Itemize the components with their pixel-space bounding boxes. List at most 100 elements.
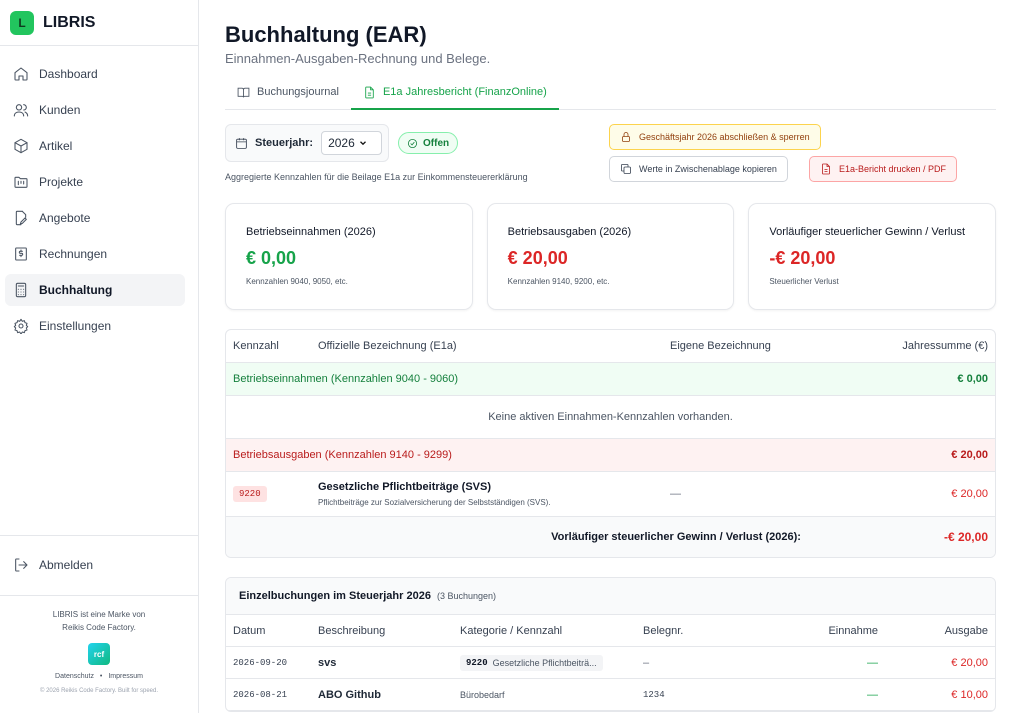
summary-cards: Betriebseinnahmen (2026) € 0,00 Kennzahl… — [225, 203, 997, 310]
print-pdf-label: E1a-Bericht drucken / PDF — [839, 164, 947, 174]
print-pdf-button[interactable]: E1a-Bericht drucken / PDF — [809, 156, 958, 182]
home-icon — [14, 67, 28, 81]
booking-doc: 1234 — [643, 689, 665, 700]
lock-year-button[interactable]: Geschäftsjahr 2026 abschließen & sperren — [609, 124, 821, 150]
category-label: Gesetzliche Pflichtbeiträ... — [492, 657, 597, 668]
sidebar-item-label: Einstellungen — [39, 319, 112, 333]
header-kennzahl: Kennzahl — [233, 340, 279, 352]
header-custom: Eigene Bezeichnung — [670, 340, 771, 352]
app-logo: L — [10, 10, 34, 35]
check-circle-icon — [407, 138, 418, 148]
privacy-link[interactable]: Datenschutz — [55, 673, 94, 680]
tab-label: Buchungsjournal — [257, 86, 339, 98]
e1a-table: Kennzahl Offizielle Bezeichnung (E1a) Ei… — [225, 329, 996, 558]
rcf-logo: rcf — [88, 643, 110, 665]
main-content: Buchhaltung (EAR) Einnahmen-Ausgaben-Rec… — [199, 0, 1024, 713]
calculator-icon — [15, 282, 27, 298]
sidebar-item-dashboard[interactable]: Dashboard — [5, 58, 185, 90]
booking-income: — — [867, 688, 878, 701]
card-subtitle: Kennzahlen 9140, 9200, etc. — [507, 277, 610, 286]
card-value: € 20,00 — [507, 248, 568, 268]
section-label: Betriebseinnahmen (Kennzahlen 9040 - 906… — [233, 373, 459, 385]
section-label: Betriebsausgaben (Kennzahlen 9140 - 9299… — [233, 449, 452, 461]
book-open-icon — [237, 87, 250, 98]
logout-label: Abmelden — [39, 558, 94, 572]
bookings-title: Einzelbuchungen im Steuerjahr 2026 — [239, 590, 431, 602]
section-total: € 20,00 — [951, 449, 988, 461]
booking-expense: € 10,00 — [951, 688, 988, 701]
total-label: Vorläufiger steuerlicher Gewinn / Verlus… — [551, 531, 801, 543]
tab-buchungsjournal[interactable]: Buchungsjournal — [225, 80, 351, 110]
category-label: Bürobedarf — [460, 689, 505, 700]
tab-e1a-report[interactable]: E1a Jahresbericht (FinanzOnline) — [350, 80, 559, 110]
sidebar-item-rechnungen[interactable]: Rechnungen — [5, 238, 185, 270]
logout-button[interactable]: Abmelden — [5, 549, 185, 581]
income-section-row: Betriebseinnahmen (Kennzahlen 9040 - 906… — [226, 363, 995, 396]
sidebar-item-label: Kunden — [39, 103, 81, 117]
sidebar-item-artikel[interactable]: Artikel — [5, 130, 185, 162]
income-card: Betriebseinnahmen (2026) € 0,00 Kennzahl… — [225, 203, 473, 310]
box-icon — [14, 138, 28, 154]
copy-values-label: Werte in Zwischenablage kopieren — [639, 164, 777, 174]
sidebar-item-projekte[interactable]: Projekte — [5, 166, 185, 198]
booking-desc: ABO Github — [318, 688, 381, 701]
bookings-count: (3 Buchungen) — [436, 591, 496, 601]
row-amount: € 20,00 — [951, 488, 988, 500]
sidebar-item-angebote[interactable]: Angebote — [5, 202, 185, 234]
year-label: Steuerjahr: — [255, 137, 314, 149]
sidebar-item-einstellungen[interactable]: Einstellungen — [5, 310, 185, 342]
folder-kanban-icon — [14, 176, 28, 188]
category-code: 9220 — [466, 657, 488, 668]
tab-label: E1a Jahresbericht (FinanzOnline) — [382, 86, 547, 98]
total-row: Vorläufiger steuerlicher Gewinn / Verlus… — [226, 517, 995, 557]
copy-values-button[interactable]: Werte in Zwischenablage kopieren — [609, 156, 788, 182]
sidebar-item-label: Buchhaltung — [39, 283, 113, 297]
lock-icon — [622, 132, 630, 142]
col-doc: Belegnr. — [643, 624, 684, 637]
sidebar-item-label: Angebote — [39, 211, 91, 225]
official-title: Gesetzliche Pflichtbeiträge (SVS) — [318, 481, 491, 493]
logout-icon — [15, 558, 28, 572]
logout-section: Abmelden — [0, 535, 198, 585]
page-subtitle: Einnahmen-Ausgaben-Rechnung und Belege. — [225, 51, 491, 66]
imprint-link[interactable]: Impressum — [108, 673, 143, 680]
card-subtitle: Steuerlicher Verlust — [769, 277, 839, 286]
expense-section-row: Betriebsausgaben (Kennzahlen 9140 - 9299… — [226, 439, 995, 472]
gear-icon — [13, 318, 29, 334]
card-title: Vorläufiger steuerlicher Gewinn / Verlus… — [769, 226, 965, 238]
sidebar-item-label: Artikel — [39, 139, 73, 153]
report-hint: Aggregierte Kennzahlen für die Beilage E… — [225, 172, 528, 182]
category-pill: 9220 Gesetzliche Pflichtbeiträ... — [460, 654, 603, 671]
lock-year-label: Geschäftsjahr 2026 abschließen & sperren — [639, 132, 810, 142]
card-title: Betriebsausgaben (2026) — [507, 226, 632, 238]
calendar-icon — [236, 137, 247, 149]
year-select[interactable]: 2026 — [321, 131, 383, 155]
copyright: © 2026 Reikis Code Factory. Built for sp… — [39, 688, 159, 694]
brand[interactable]: L LIBRIS — [0, 0, 198, 46]
sidebar-item-buchhaltung[interactable]: Buchhaltung — [5, 274, 185, 306]
table-header: Kennzahl Offizielle Bezeichnung (E1a) Ei… — [226, 330, 995, 363]
file-text-icon — [365, 86, 374, 99]
sidebar-footer: LIBRIS ist eine Marke von Reikis Code Fa… — [0, 595, 198, 694]
official-subtitle: Pflichtbeiträge zur Sozialversicherung d… — [318, 498, 551, 507]
sidebar-item-label: Dashboard — [39, 67, 98, 81]
year-selector-box: Steuerjahr: 2026 — [225, 124, 389, 162]
table-row[interactable]: 2026-08-21 ABO Github Bürobedarf 1234 — … — [226, 679, 995, 711]
receipt-icon — [15, 247, 27, 261]
expense-card: Betriebsausgaben (2026) € 20,00 Kennzahl… — [486, 203, 735, 310]
sidebar-nav: Dashboard Kunden Artikel Projekte Angebo… — [0, 46, 198, 342]
sidebar-item-label: Projekte — [39, 175, 84, 189]
booking-desc: svs — [318, 656, 337, 669]
chevron-down-icon — [360, 141, 367, 146]
users-icon — [13, 104, 29, 117]
footer-links: Datenschutz • Impressum — [0, 673, 198, 680]
table-row[interactable]: 2026-09-20 svs 9220 Gesetzliche Pflichtbe… — [226, 647, 995, 679]
col-desc: Beschreibung — [318, 624, 386, 637]
card-title: Betriebseinnahmen (2026) — [246, 226, 376, 238]
booking-doc: – — [643, 656, 650, 669]
sidebar-item-label: Rechnungen — [39, 247, 108, 261]
card-subtitle: Kennzahlen 9040, 9050, etc. — [246, 277, 348, 286]
sidebar-item-kunden[interactable]: Kunden — [5, 94, 185, 126]
booking-expense: € 20,00 — [951, 656, 988, 669]
bookings-column-headers: Datum Beschreibung Kategorie / Kennzahl … — [226, 615, 995, 647]
